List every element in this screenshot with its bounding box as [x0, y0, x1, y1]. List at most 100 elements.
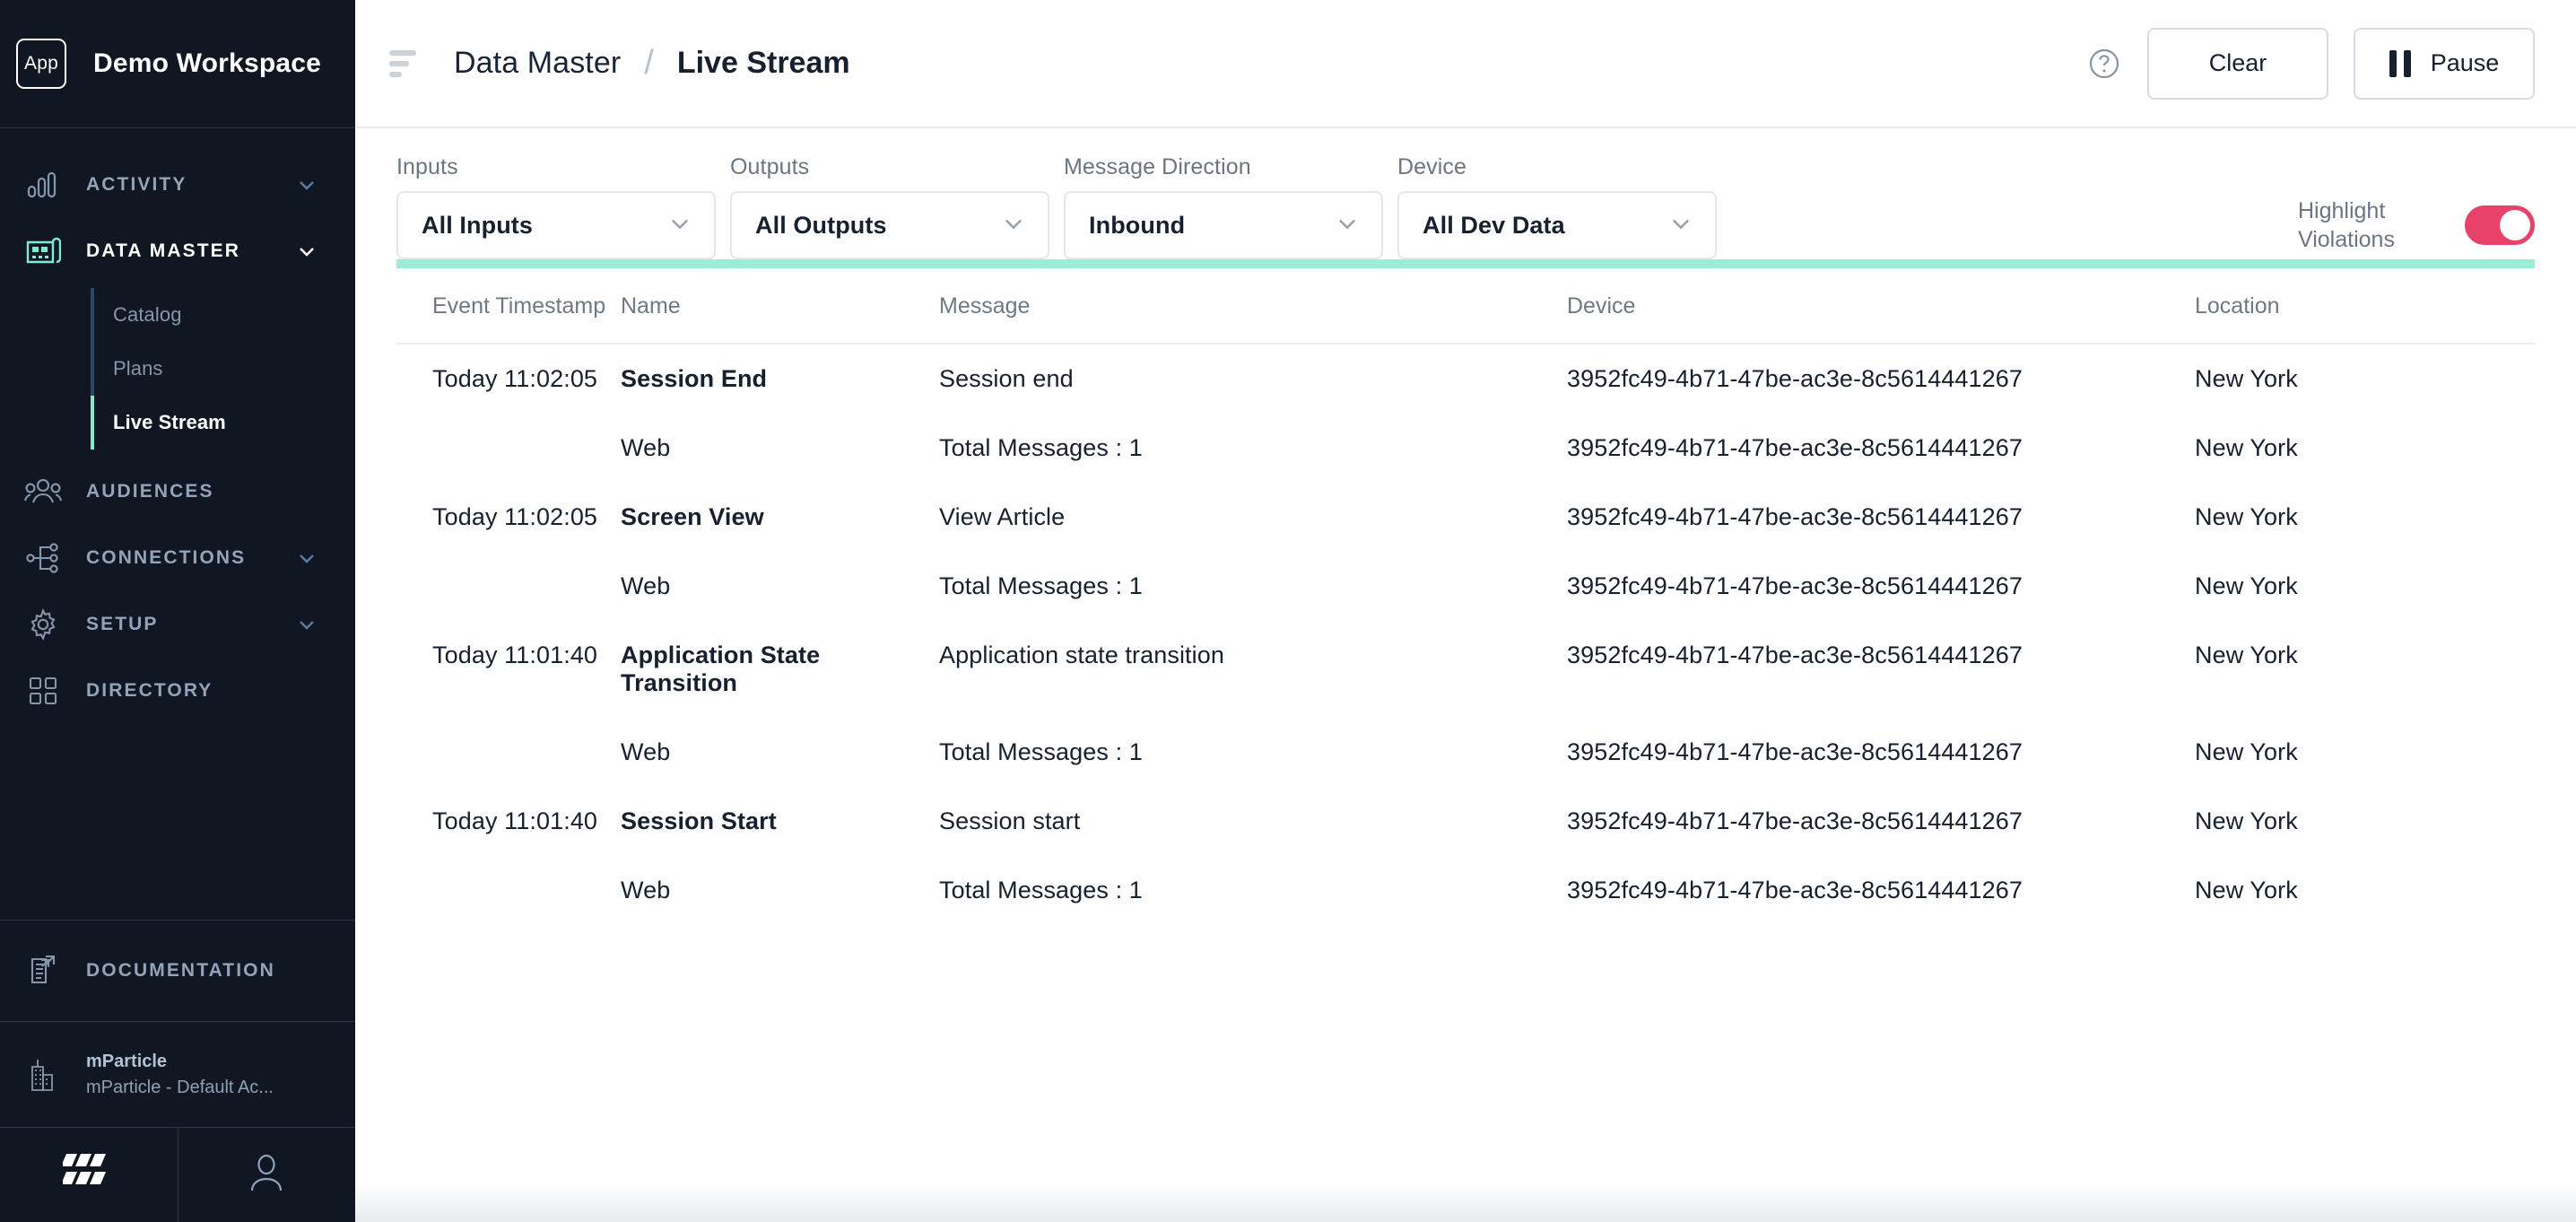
- filter-label: Inputs: [396, 154, 458, 179]
- sidebar-item-data-master[interactable]: Data Master: [0, 218, 355, 284]
- cell-event-timestamp: [396, 552, 621, 621]
- chevron-down-icon: [1668, 211, 1693, 240]
- account-switcher[interactable]: mParticle mParticle - Default Ac...: [0, 1021, 355, 1127]
- sidebar-item-label: Connections: [86, 547, 247, 568]
- table-header-row: Event Timestamp Name Message Device Loca…: [396, 268, 2535, 345]
- cell-location: New York: [2195, 738, 2298, 765]
- column-header-location[interactable]: Location: [2195, 268, 2535, 345]
- cell-device: 3952fc49-4b71-47be-ac3e-8c5614441267: [1567, 642, 2023, 668]
- cell-event-timestamp: Today 11:01:40: [432, 642, 598, 668]
- cell-device: 3952fc49-4b71-47be-ac3e-8c5614441267: [1567, 572, 2023, 599]
- cell-name: Web: [621, 738, 671, 765]
- cell-location: New York: [2195, 642, 2298, 668]
- cell-location: New York: [2195, 807, 2298, 834]
- outputs-select-value: All Outputs: [755, 211, 887, 239]
- cell-location: New York: [2195, 877, 2298, 903]
- sidebar-item-plans[interactable]: Plans: [0, 342, 355, 396]
- workspace-name: Demo Workspace: [93, 48, 322, 78]
- table-row[interactable]: Web Total Messages : 1 3952fc49-4b71-47be-…: [396, 414, 2535, 483]
- chevron-down-icon[interactable]: [296, 547, 318, 569]
- column-header-name[interactable]: Name: [621, 268, 939, 345]
- column-header-device[interactable]: Device: [1567, 268, 2195, 345]
- device-select-value: All Dev Data: [1423, 211, 1565, 239]
- cell-message: Total Messages : 1: [939, 738, 1143, 765]
- table-row[interactable]: Web Total Messages : 1 3952fc49-4b71-47be-…: [396, 552, 2535, 621]
- sidebar-item-connections[interactable]: Connections: [0, 525, 355, 591]
- message-direction-select-value: Inbound: [1089, 211, 1186, 239]
- chevron-down-icon[interactable]: [296, 614, 318, 635]
- cell-message: Session start: [939, 807, 1081, 834]
- sidebar-subitem-label: Live Stream: [113, 411, 226, 433]
- column-header-event-timestamp[interactable]: Event Timestamp: [396, 268, 621, 345]
- page-title: Live Stream: [676, 46, 850, 80]
- message-direction-select[interactable]: Inbound: [1064, 191, 1383, 259]
- cell-location: New York: [2195, 503, 2298, 530]
- cell-device: 3952fc49-4b71-47be-ac3e-8c5614441267: [1567, 434, 2023, 461]
- clear-button-label: Clear: [2208, 49, 2267, 76]
- cell-event-timestamp: [396, 856, 621, 925]
- sidebar-item-documentation[interactable]: Documentation: [0, 920, 355, 1021]
- live-stream-table: Event Timestamp Name Message Device Loca…: [396, 268, 2535, 925]
- sidebar-item-label: Data Master: [86, 240, 241, 261]
- pause-button[interactable]: Pause: [2354, 27, 2535, 100]
- highlight-violations-toggle[interactable]: [2465, 205, 2535, 245]
- chevron-down-icon[interactable]: [296, 240, 318, 262]
- table-row[interactable]: Today 11:02:05 Session End Session end 3952…: [396, 344, 2535, 414]
- filter-label: Message Direction: [1064, 154, 1251, 179]
- table-row[interactable]: Web Total Messages : 1 3952fc49-4b71-47be-…: [396, 856, 2535, 925]
- sidebar-item-live-stream[interactable]: Live Stream: [0, 396, 355, 450]
- cell-message: View Article: [939, 503, 1066, 530]
- sidebar-subitem-label: Plans: [113, 357, 163, 380]
- sidebar-item-label: Documentation: [86, 960, 275, 981]
- highlight-violations-label-line1: Highlight: [2298, 198, 2386, 223]
- user-icon: [248, 1153, 285, 1197]
- sidebar-item-activity[interactable]: Activity: [0, 152, 355, 218]
- column-header-message[interactable]: Message: [939, 268, 1567, 345]
- sidebar-item-setup[interactable]: Setup: [0, 591, 355, 658]
- user-profile-button[interactable]: [177, 1128, 356, 1222]
- mparticle-logo-button[interactable]: [0, 1128, 178, 1222]
- grid-icon: [22, 673, 65, 709]
- clear-button[interactable]: Clear: [2147, 27, 2328, 100]
- cell-device: 3952fc49-4b71-47be-ac3e-8c5614441267: [1567, 738, 2023, 765]
- device-select[interactable]: All Dev Data: [1397, 191, 1717, 259]
- inputs-select[interactable]: All Inputs: [396, 191, 716, 259]
- filter-message-direction: Message Direction Inbound: [1064, 154, 1383, 259]
- breadcrumb-parent[interactable]: Data Master: [454, 46, 621, 81]
- cell-message: Session end: [939, 365, 1074, 392]
- nodes-icon: [22, 540, 65, 576]
- filter-device: Device All Dev Data: [1397, 154, 1717, 259]
- chevron-down-icon[interactable]: [296, 174, 318, 196]
- cell-device: 3952fc49-4b71-47be-ac3e-8c5614441267: [1567, 503, 2023, 530]
- sidebar-subitem-label: Catalog: [113, 303, 182, 326]
- cell-location: New York: [2195, 572, 2298, 599]
- table-row[interactable]: Today 11:02:05 Screen View View Article 395…: [396, 483, 2535, 552]
- app-badge: App: [16, 39, 66, 89]
- bar-chart-icon: [22, 167, 65, 203]
- sidebar-footer-bar: [0, 1127, 355, 1222]
- sidebar-item-catalog[interactable]: Catalog: [0, 288, 355, 342]
- cell-event-timestamp: Today 11:01:40: [432, 807, 598, 834]
- sidebar-item-label: Audiences: [86, 481, 214, 502]
- help-circle-icon[interactable]: [2086, 46, 2122, 82]
- blueprint-icon: [22, 233, 65, 269]
- mparticle-logo-icon: [60, 1150, 115, 1200]
- outputs-select[interactable]: All Outputs: [730, 191, 1049, 259]
- cell-event-timestamp: Today 11:02:05: [432, 503, 598, 530]
- chevron-down-icon: [1001, 211, 1026, 240]
- workspace-header[interactable]: App Demo Workspace: [0, 0, 355, 128]
- sidebar-item-directory[interactable]: Directory: [0, 658, 355, 724]
- chevron-down-icon: [667, 211, 692, 240]
- doc-external-icon: [22, 953, 65, 989]
- table-row[interactable]: Today 11:01:40 Session Start Session start…: [396, 787, 2535, 856]
- pause-button-label: Pause: [2430, 49, 2500, 76]
- table-row[interactable]: Today 11:01:40 Application State Transiti…: [396, 621, 2535, 718]
- hamburger-icon[interactable]: [389, 48, 420, 79]
- chevron-down-icon: [1335, 211, 1360, 240]
- gear-icon: [22, 607, 65, 642]
- topbar: Data Master / Live Stream Clear Pause: [355, 0, 2576, 128]
- sidebar-item-audiences[interactable]: Audiences: [0, 458, 355, 525]
- sidebar-footer: Documentation mParticle mParticle - Defa…: [0, 920, 355, 1222]
- cell-name: Web: [621, 877, 671, 903]
- table-row[interactable]: Web Total Messages : 1 3952fc49-4b71-47be-…: [396, 718, 2535, 787]
